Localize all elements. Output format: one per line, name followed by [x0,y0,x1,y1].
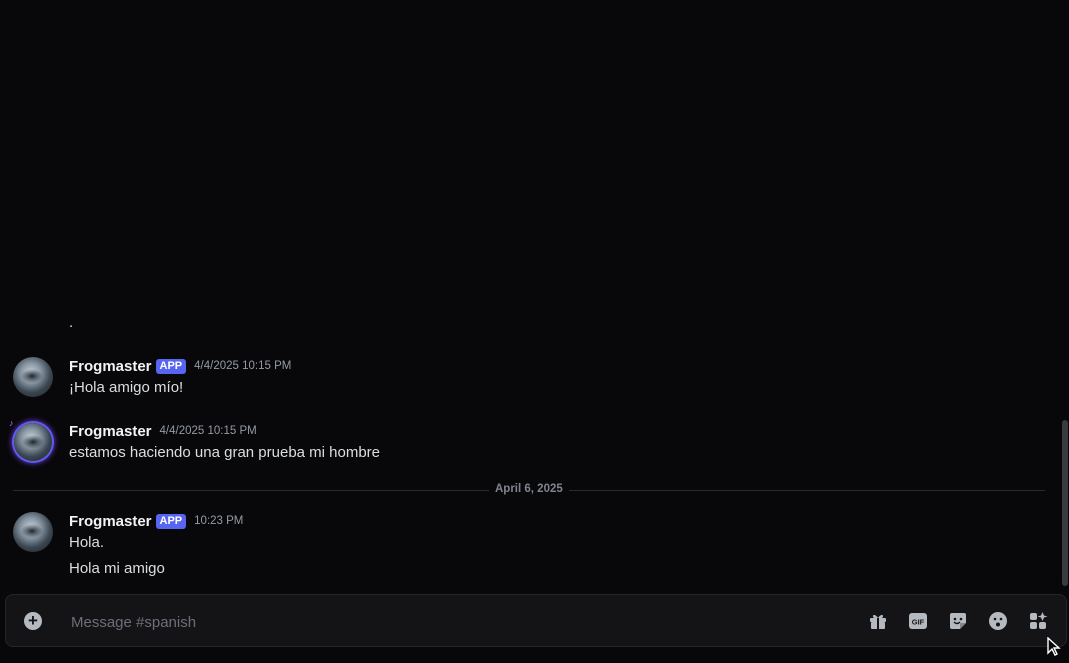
scrollbar-thumb[interactable] [1062,420,1068,586]
chat-window: . Frogmaster APP 4/4/2025 10:15 PM ¡Hola… [0,0,1069,663]
message-text: estamos haciendo una gran prueba mi homb… [69,444,381,461]
avatar[interactable] [13,357,53,397]
date-divider-label: April 6, 2025 [489,483,569,495]
timestamp: 4/4/2025 10:15 PM [159,425,257,437]
timestamp: 10:23 PM [194,515,244,527]
message-text: Hola mi amigo [69,560,165,577]
message-input[interactable] [69,608,853,636]
message-text: ¡Hola amigo mío! [69,379,184,396]
message-composer: + GIF [5,594,1067,647]
avatar-decoration-icon: ♪ [9,418,14,428]
mouse-cursor-icon [1046,636,1062,662]
emoji-icon[interactable] [987,610,1009,632]
sticker-icon[interactable] [947,610,969,632]
message-text: Hola. [69,534,105,551]
app-badge: APP [155,513,187,529]
message-header: Frogmaster APP 10:23 PM [69,511,243,531]
message-header: Frogmaster 4/4/2025 10:15 PM [69,421,257,441]
username[interactable]: Frogmaster [69,358,152,375]
avatar[interactable] [13,512,53,552]
gif-icon-label: GIF [912,618,925,627]
avatar[interactable] [14,423,52,461]
timestamp: 4/4/2025 10:15 PM [194,360,292,372]
message-text: . [69,314,74,331]
add-attachment-button[interactable]: + [24,612,42,630]
username[interactable]: Frogmaster [69,513,152,530]
gift-icon[interactable] [867,610,889,632]
apps-icon[interactable] [1027,610,1049,632]
app-badge: APP [155,358,187,374]
gif-icon[interactable]: GIF [907,610,929,632]
username[interactable]: Frogmaster [69,423,152,440]
message-header: Frogmaster APP 4/4/2025 10:15 PM [69,356,291,376]
